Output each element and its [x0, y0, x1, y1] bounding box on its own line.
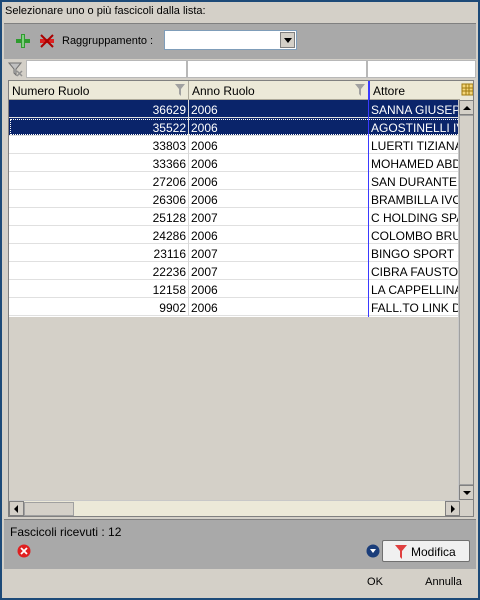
grid-header: Numero Ruolo Anno Ruolo Attore: [9, 81, 474, 100]
fascicoli-grid: Numero Ruolo Anno Ruolo Attore 36629 2006…: [8, 80, 474, 517]
status-panel: Fascicoli ricevuti : 12 Modifica: [4, 519, 476, 569]
table-row[interactable]: 26306 2006 BRAMBILLA IVO: [9, 190, 461, 208]
table-row[interactable]: 33803 2006 LUERTI TIZIANA: [9, 136, 461, 154]
vertical-scroll-thumb[interactable]: [459, 115, 473, 485]
cell-numero-ruolo: 27206: [9, 172, 189, 190]
cell-attore: LA CAPPELLINA: [371, 283, 461, 297]
cell-numero-ruolo: 23116: [9, 244, 189, 262]
dialog-window: Selezionare uno o più fascicoli dalla li…: [0, 0, 480, 600]
table-row[interactable]: 35522 2006 AGOSTINELLI IV: [9, 118, 461, 136]
horizontal-scroll-thumb[interactable]: [24, 502, 74, 516]
column-header-anno[interactable]: Anno Ruolo: [189, 81, 369, 100]
scroll-up-button[interactable]: [459, 100, 473, 115]
filter-row: [4, 59, 476, 79]
cell-anno-ruolo: 2006: [189, 172, 369, 190]
vertical-scrollbar[interactable]: [458, 100, 473, 500]
table-row[interactable]: 9902 2006 FALL.TO LINK D: [9, 298, 461, 316]
cell-anno-ruolo: 2007: [189, 244, 369, 262]
cell-numero-ruolo: 26306: [9, 190, 189, 208]
cell-numero-ruolo: 25128: [9, 208, 189, 226]
received-count: Fascicoli ricevuti : 12: [10, 525, 122, 539]
cell-attore: FALL.TO LINK D: [371, 301, 461, 315]
cell-numero-ruolo: 9902: [9, 298, 189, 316]
scroll-right-button[interactable]: [445, 501, 460, 516]
cell-attore: SAN DURANTE: [371, 175, 458, 189]
cell-attore: BRAMBILLA IVO: [371, 193, 461, 207]
ok-button[interactable]: OK: [360, 576, 390, 588]
cell-numero-ruolo: 35522: [9, 118, 189, 136]
column-header-attore[interactable]: Attore: [369, 81, 461, 100]
table-row[interactable]: 36629 2006 SANNA GIUSEP: [9, 100, 461, 118]
column-header-numero[interactable]: Numero Ruolo: [9, 81, 189, 100]
horizontal-scrollbar[interactable]: [9, 500, 460, 516]
filter-numero-input[interactable]: [26, 60, 187, 78]
filter-icon: [395, 545, 407, 559]
cell-attore: SANNA GIUSEP: [371, 103, 461, 117]
cell-attore: COLOMBO BRU: [371, 229, 461, 243]
cell-anno-ruolo: 2006: [189, 226, 369, 244]
add-green-icon[interactable]: [15, 33, 31, 49]
cell-anno-ruolo: 2007: [189, 208, 369, 226]
scroll-left-button[interactable]: [9, 501, 24, 516]
table-row[interactable]: 23116 2007 BINGO SPORT S: [9, 244, 461, 262]
cell-attore: C HOLDING SPA: [371, 211, 461, 225]
grouping-dropdown[interactable]: [164, 30, 297, 50]
cell-numero-ruolo: 12158: [9, 280, 189, 298]
modify-button-label: Modifica: [411, 545, 456, 559]
cell-anno-ruolo: 2006: [189, 154, 369, 172]
scroll-down-button[interactable]: [459, 485, 473, 500]
cell-numero-ruolo: 33366: [9, 154, 189, 172]
cell-attore: BINGO SPORT S: [371, 247, 461, 261]
cell-anno-ruolo: 2006: [189, 100, 369, 118]
expand-icon[interactable]: [366, 544, 380, 558]
table-row[interactable]: 33366 2006 MOHAMED ABDI: [9, 154, 461, 172]
cell-attore: MOHAMED ABDI: [371, 157, 461, 171]
instruction-text: Selezionare uno o più fascicoli dalla li…: [5, 5, 206, 17]
column-filter-icon[interactable]: [355, 84, 365, 96]
cancel-button[interactable]: Annulla: [416, 576, 471, 588]
filter-anno-input[interactable]: [187, 60, 367, 78]
cell-anno-ruolo: 2006: [189, 298, 369, 316]
cell-anno-ruolo: 2006: [189, 136, 369, 154]
column-filter-icon[interactable]: [175, 84, 185, 96]
table-row[interactable]: 27206 2006 SAN DURANTE: [9, 172, 461, 190]
remove-red-icon[interactable]: [39, 33, 55, 49]
cell-numero-ruolo: 22236: [9, 262, 189, 280]
cell-anno-ruolo: 2006: [189, 280, 369, 298]
grid-body: 36629 2006 SANNA GIUSEP 35522 2006 AGOSTINELL…: [9, 100, 461, 317]
table-row[interactable]: 24286 2006 COLOMBO BRU: [9, 226, 461, 244]
cell-numero-ruolo: 24286: [9, 226, 189, 244]
table-row[interactable]: 25128 2007 C HOLDING SPA: [9, 208, 461, 226]
modify-button[interactable]: Modifica: [382, 540, 470, 562]
chevron-down-icon[interactable]: [280, 32, 295, 48]
cell-attore: CIBRA FAUSTO: [371, 265, 459, 279]
cell-anno-ruolo: 2007: [189, 262, 369, 280]
toolbar: Raggruppamento :: [4, 23, 476, 59]
cell-anno-ruolo: 2006: [189, 190, 369, 208]
table-row[interactable]: 22236 2007 CIBRA FAUSTO: [9, 262, 461, 280]
filter-attore-input[interactable]: [367, 60, 476, 78]
column-chooser-icon[interactable]: [460, 81, 474, 100]
cell-attore: AGOSTINELLI IV: [371, 121, 461, 135]
cell-anno-ruolo: 2006: [189, 118, 369, 136]
column-separator: [368, 81, 369, 317]
cell-attore: LUERTI TIZIANA: [371, 139, 461, 153]
filter-clear-icon[interactable]: [7, 61, 23, 77]
error-icon[interactable]: [17, 544, 31, 558]
grouping-label: Raggruppamento :: [62, 35, 154, 47]
cell-numero-ruolo: 33803: [9, 136, 189, 154]
cell-numero-ruolo: 36629: [9, 100, 189, 118]
table-row[interactable]: 12158 2006 LA CAPPELLINA: [9, 280, 461, 298]
